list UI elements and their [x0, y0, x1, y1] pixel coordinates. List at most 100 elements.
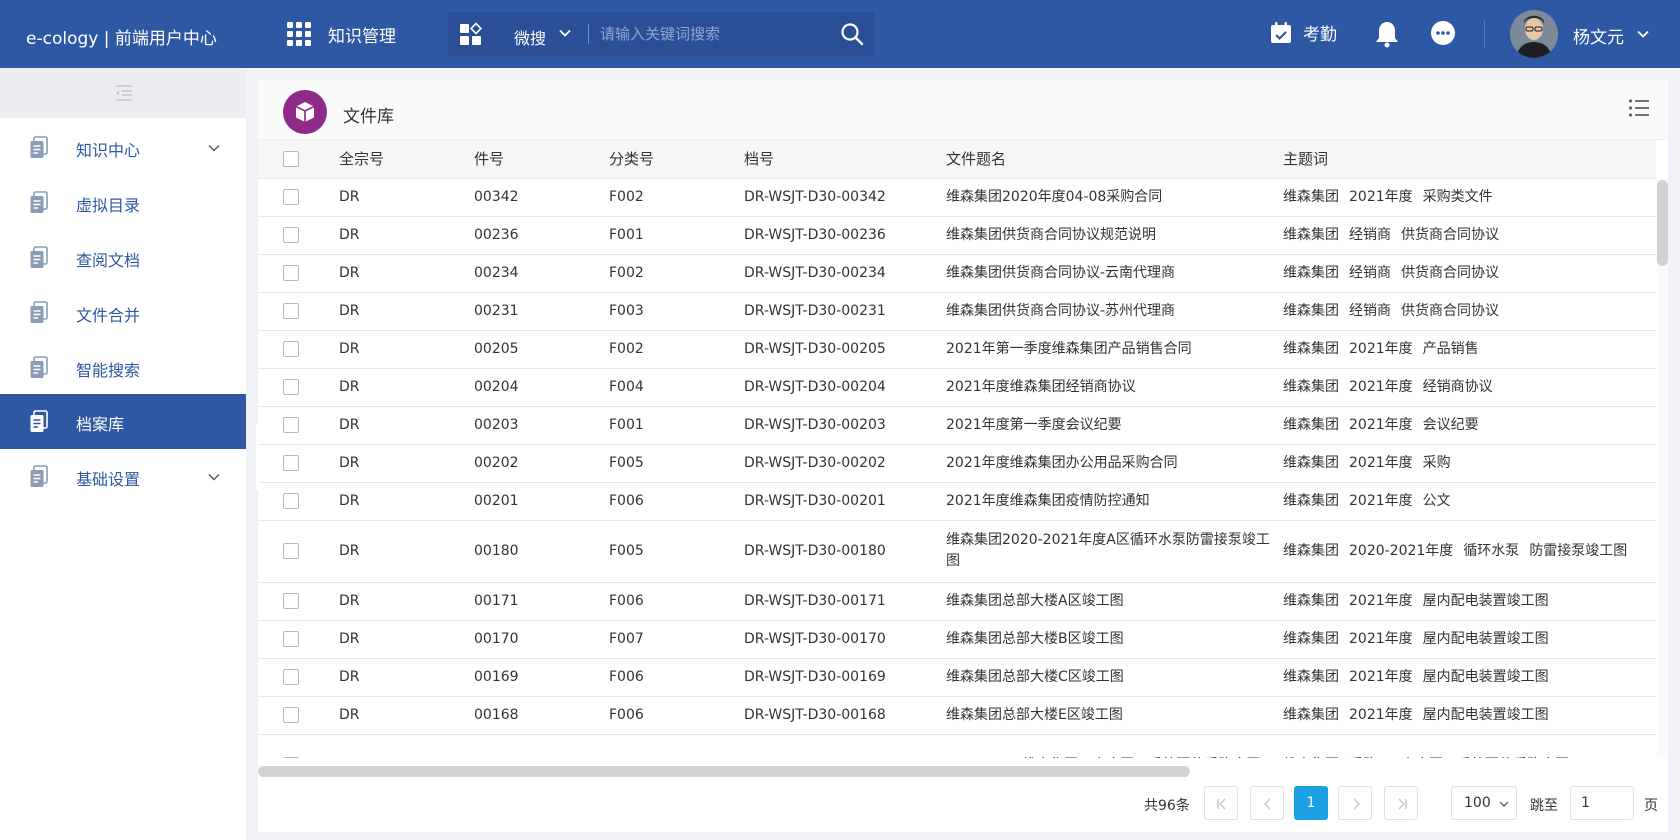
sidebar-item-knowledge-center[interactable]: 知识中心 [0, 120, 246, 175]
column-header-archive-no[interactable]: 档号 [744, 140, 946, 179]
panel-header: 文件库 [258, 80, 1668, 140]
horizontal-scrollbar[interactable] [258, 766, 1190, 777]
cell-piece: 00201 [474, 482, 609, 521]
attendance-button[interactable]: 考勤 [1269, 20, 1337, 45]
row-checkbox[interactable] [283, 492, 299, 509]
row-checkbox[interactable] [283, 756, 299, 758]
column-header-piece[interactable]: 件号 [474, 140, 609, 179]
apps-icon[interactable] [458, 21, 484, 47]
chevron-down-icon[interactable] [207, 141, 221, 155]
table-row[interactable]: DR 00171 F006 DR-WSJT-D30-00171 维森集团总部大楼A区竣工… [258, 582, 1656, 621]
row-checkbox[interactable] [283, 302, 299, 319]
search-divider [588, 24, 589, 44]
row-checkbox[interactable] [283, 630, 299, 647]
prev-page-button[interactable] [1250, 786, 1284, 820]
chevron-down-icon[interactable] [1636, 27, 1650, 41]
jump-page-input[interactable] [1570, 786, 1634, 820]
column-header-category[interactable]: 分类号 [609, 140, 744, 179]
first-page-button[interactable] [1204, 786, 1238, 820]
row-select-cell [258, 406, 339, 445]
cell-keywords: 维森集团 2020-2021年度 循环水泵 防雷接泵竣工图 [1283, 520, 1656, 583]
search-icon[interactable] [840, 22, 864, 46]
keyword-tag: 维森集团 [1283, 542, 1339, 559]
module-title[interactable]: 知识管理 [328, 22, 396, 47]
table-row[interactable]: DR 00342 F002 DR-WSJT-D30-00342 维森集团2020年度04… [258, 178, 1656, 217]
row-checkbox[interactable] [283, 542, 299, 559]
chevron-down-icon[interactable] [207, 470, 221, 484]
search-scope-select[interactable]: 微搜 [514, 25, 546, 49]
sidebar-item-virtual-directory[interactable]: 虚拟目录 [0, 175, 246, 230]
page-size-select[interactable]: 100 [1451, 786, 1517, 820]
row-checkbox[interactable] [283, 592, 299, 609]
last-page-button[interactable] [1384, 786, 1418, 820]
row-checkbox[interactable] [283, 188, 299, 205]
table-row[interactable]: DR 00236 F001 DR-WSJT-D30-00236 维森集团供货商合同协议规… [258, 216, 1656, 255]
search-input[interactable] [600, 18, 820, 50]
attendance-label[interactable]: 考勤 [1303, 20, 1337, 45]
cell-keywords: 维森集团 经销商 供货商合同协议 [1283, 292, 1656, 331]
row-checkbox[interactable] [283, 706, 299, 723]
row-checkbox[interactable] [283, 416, 299, 433]
search-bar: 微搜 [448, 12, 874, 56]
row-checkbox[interactable] [283, 454, 299, 471]
row-checkbox[interactable] [283, 226, 299, 243]
sidebar-item-smart-search[interactable]: 智能搜索 [0, 340, 246, 395]
sidebar-item-view-documents[interactable]: 查阅文档 [0, 230, 246, 285]
table-row[interactable]: DR 00204 F004 DR-WSJT-D30-00204 2021年度维森集团经销… [258, 368, 1656, 407]
list-menu-icon[interactable] [1628, 98, 1650, 118]
row-checkbox[interactable] [283, 378, 299, 395]
vertical-scrollbar[interactable] [1657, 180, 1668, 266]
table-row[interactable]: DR 00170 F007 DR-WSJT-D30-00170 维森集团总部大楼B区竣工… [258, 620, 1656, 659]
next-page-button[interactable] [1338, 786, 1372, 820]
keyword-tag: 公文 [1422, 492, 1451, 509]
sidebar-item-file-merge[interactable]: 文件合并 [0, 285, 246, 340]
table-row[interactable]: DR 00231 F003 DR-WSJT-D30-00231 维森集团供货商合同协议-… [258, 292, 1656, 331]
page-button-current[interactable]: 1 [1294, 786, 1328, 820]
brand-title[interactable]: e-cology | 前端用户中心 [26, 24, 217, 49]
table-row[interactable]: DR 00169 F006 DR-WSJT-D30-00169 维森集团总部大楼C区竣工… [258, 658, 1656, 697]
bell-icon[interactable] [1374, 20, 1400, 48]
cell-title: 维森集团供货商合同协议-苏州代理商 [946, 292, 1283, 331]
cube-icon [283, 90, 327, 134]
column-header-title[interactable]: 文件题名 [946, 140, 1283, 179]
sidebar-item-label: 查阅文档 [76, 251, 141, 270]
row-checkbox[interactable] [283, 264, 299, 281]
sidebar-item-archive-library[interactable]: 档案库 [0, 394, 246, 449]
cell-category: F006 [609, 696, 744, 735]
table-row[interactable]: DR 00202 F005 DR-WSJT-D30-00202 2021年度维森集团办公… [258, 444, 1656, 483]
table-row[interactable]: DR 00201 F006 DR-WSJT-D30-00201 2021年度维森集团疫情… [258, 482, 1656, 521]
module-switcher[interactable]: 知识管理 [287, 18, 396, 50]
table-row[interactable]: DR 00234 F002 DR-WSJT-D30-00234 维森集团供货商合同协议-… [258, 254, 1656, 293]
sidebar-collapse-bar[interactable] [0, 68, 246, 118]
cell-piece: 00342 [474, 178, 609, 217]
row-checkbox[interactable] [283, 340, 299, 357]
cell-piece: 00205 [474, 330, 609, 369]
table-row[interactable]: DR 00203 F001 DR-WSJT-D30-00203 2021年度第一季度会议… [258, 406, 1656, 445]
sidebar-item-basic-settings[interactable]: 基础设置 [0, 449, 246, 504]
cell-fonds: DR [339, 330, 474, 369]
keyword-tag: 经销商 [1349, 264, 1391, 281]
chevron-down-icon[interactable] [558, 26, 572, 40]
archive-table-container[interactable]: 全宗号 件号 分类号 档号 文件题名 主题词 DR 00342 F002 DR-WSJ… [258, 140, 1656, 758]
indent-icon[interactable] [114, 84, 134, 102]
user-name[interactable]: 杨文元 [1573, 23, 1624, 48]
keyword-tag: 维森集团 [1283, 226, 1339, 243]
table-row[interactable]: DR 00205 F002 DR-WSJT-D30-00205 2021年第一季度维森集… [258, 330, 1656, 369]
column-header-fonds[interactable]: 全宗号 [339, 140, 474, 179]
row-checkbox[interactable] [283, 668, 299, 685]
table-row[interactable]: DR 00168 F006 DR-WSJT-D30-00168 维森集团总部大楼E区竣工… [258, 696, 1656, 735]
keyword-tag: 防雷接泵竣工图 [1529, 542, 1628, 559]
table-row[interactable]: DR 00180 F005 DR-WSJT-D30-00180 维森集团2020-202… [258, 520, 1656, 583]
select-all-checkbox[interactable] [283, 151, 299, 168]
cell-keywords: 维森集团 2021年度 采购类文件 [1283, 178, 1656, 217]
column-header-keywords[interactable]: 主题词 [1283, 140, 1656, 179]
chat-bubble-icon[interactable] [1430, 20, 1456, 46]
avatar[interactable] [1510, 10, 1558, 58]
cell-piece: 00168 [474, 696, 609, 735]
document-icon [30, 246, 48, 268]
cell-fonds: DR [339, 620, 474, 659]
table-row[interactable]: DR00092F005DR-WSJT-D30-000922021-2022维森集… [258, 734, 1656, 758]
vertical-scrollbar-track[interactable] [1657, 180, 1668, 758]
table-body: DR 00342 F002 DR-WSJT-D30-00342 维森集团2020年度04… [258, 178, 1656, 758]
app-grid-icon[interactable] [287, 22, 311, 46]
